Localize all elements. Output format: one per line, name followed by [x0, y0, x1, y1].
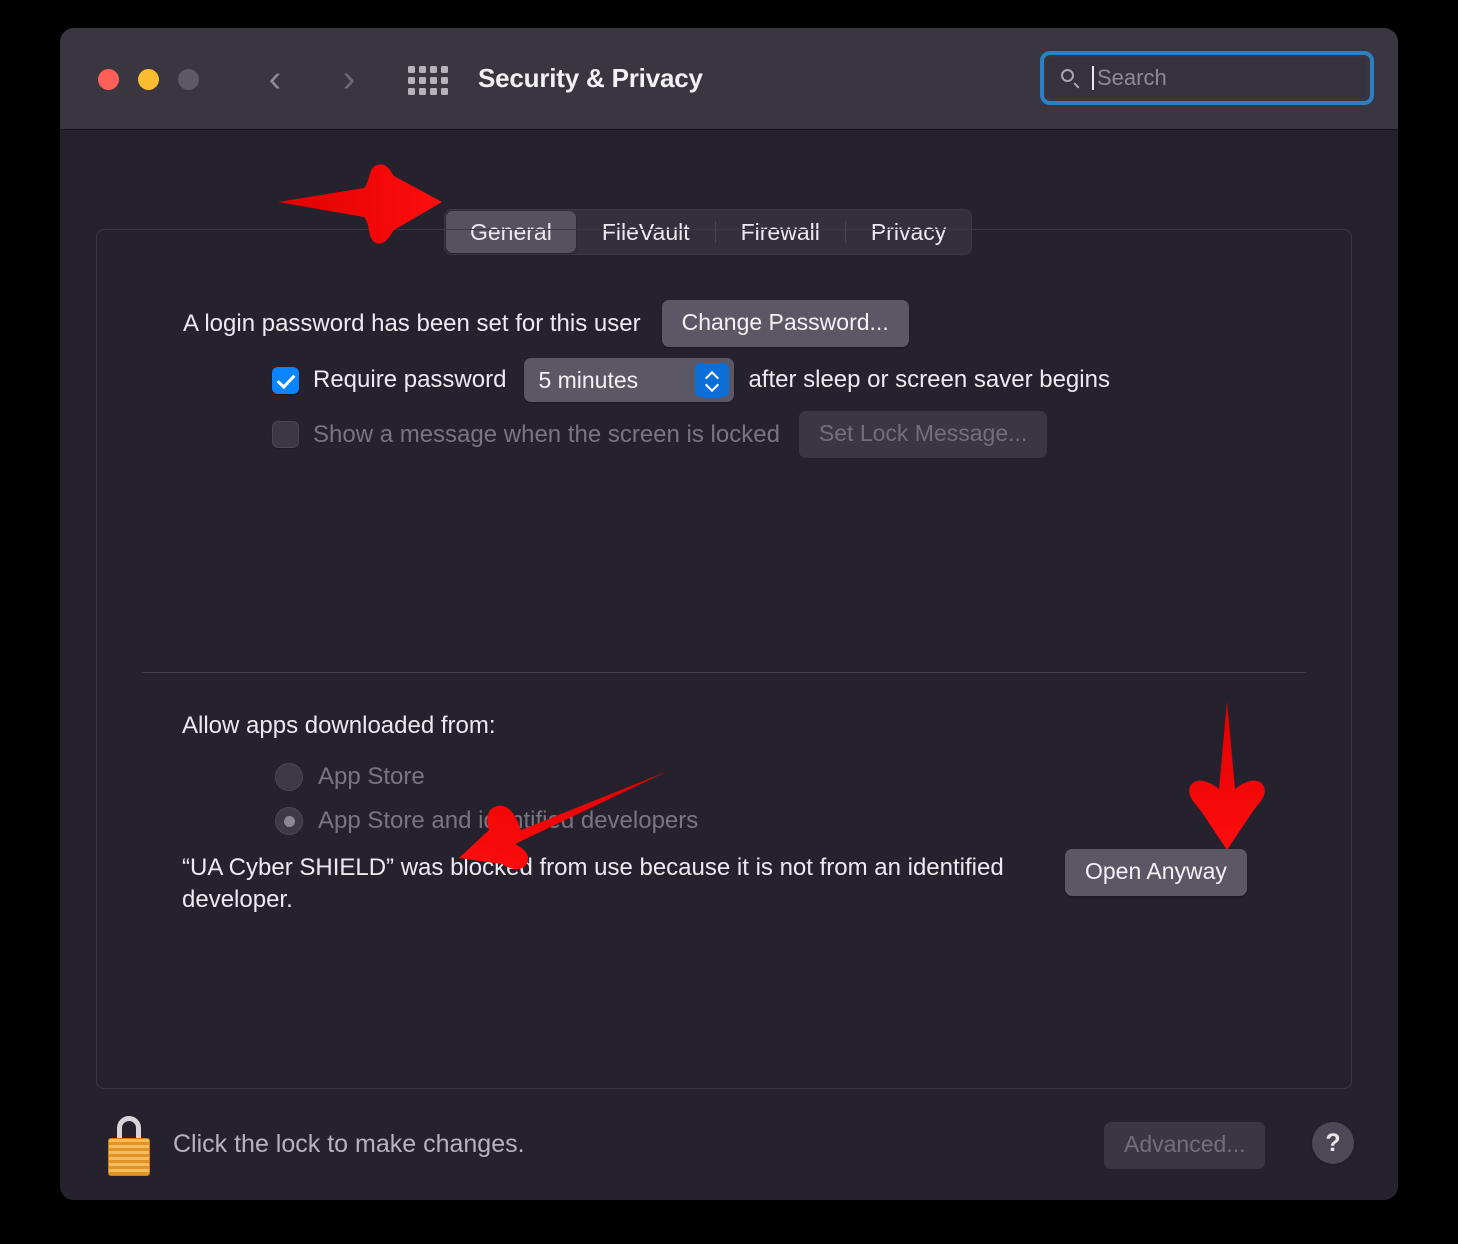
stepper-control[interactable] — [695, 363, 730, 397]
radio-app-store[interactable] — [275, 763, 303, 791]
radio-app-store-label: App Store — [318, 763, 425, 790]
change-password-button[interactable]: Change Password... — [661, 300, 909, 347]
search-field-container[interactable]: Search — [1040, 51, 1374, 105]
require-password-label: Require password — [313, 366, 507, 393]
section-divider — [142, 672, 1306, 673]
close-window-button[interactable] — [98, 69, 119, 90]
help-button[interactable]: ? — [1312, 1122, 1354, 1164]
lock-message-row: Show a message when the screen is locked… — [272, 411, 1048, 458]
allow-apps-option-app-store[interactable]: App Store — [275, 763, 425, 791]
require-password-row: Require password 5 minutes after sleep o… — [272, 358, 1110, 402]
search-icon — [1060, 68, 1081, 89]
open-anyway-button-wrap: Open Anyway — [1065, 849, 1247, 896]
lock-hint-label: Click the lock to make changes. — [173, 1130, 525, 1158]
zoom-window-button[interactable] — [178, 69, 199, 90]
window-titlebar: ‹ › Security & Privacy Search — [60, 28, 1398, 130]
padlock-body — [108, 1138, 150, 1176]
login-password-status-label: A login password has been set for this u… — [183, 309, 641, 337]
open-anyway-button[interactable]: Open Anyway — [1065, 849, 1247, 896]
radio-identified-developers[interactable] — [275, 807, 303, 835]
allow-apps-title: Allow apps downloaded from: — [182, 712, 496, 739]
radio-identified-developers-label: App Store and identified developers — [318, 807, 699, 834]
show-all-grid-icon[interactable] — [408, 66, 452, 95]
allow-apps-option-identified-developers[interactable]: App Store and identified developers — [275, 807, 698, 835]
advanced-button-wrap: Advanced... — [1104, 1122, 1266, 1169]
chevron-down-icon — [706, 382, 718, 389]
show-lock-message-label: Show a message when the screen is locked — [313, 420, 780, 448]
page-title: Security & Privacy — [478, 63, 703, 93]
blocked-app-message: “UA Cyber SHIELD” was blocked from use b… — [182, 854, 1004, 913]
text-caret — [1092, 66, 1094, 90]
require-password-delay-popup[interactable]: 5 minutes — [524, 358, 735, 402]
show-lock-message-checkbox[interactable] — [272, 421, 299, 448]
search-input[interactable]: Search — [1047, 58, 1367, 98]
require-password-checkbox[interactable] — [272, 366, 299, 394]
require-password-delay-value: 5 minutes — [538, 366, 639, 393]
login-password-row: A login password has been set for this u… — [183, 300, 909, 347]
chevron-right-icon[interactable]: › — [332, 60, 366, 100]
window-content: General FileVault Firewall Privacy A log… — [60, 130, 1398, 1200]
advanced-button[interactable]: Advanced... — [1104, 1122, 1266, 1169]
closed-padlock-icon[interactable] — [105, 1116, 153, 1176]
set-lock-message-button[interactable]: Set Lock Message... — [798, 411, 1048, 458]
security-privacy-window: ‹ › Security & Privacy Search General Fi… — [60, 28, 1398, 1200]
chevron-left-icon[interactable]: ‹ — [258, 60, 292, 100]
minimize-window-button[interactable] — [138, 69, 159, 90]
search-placeholder: Search — [1097, 65, 1167, 90]
set-lock-message-button-wrap: Set Lock Message... — [798, 411, 1048, 458]
require-password-suffix-label: after sleep or screen saver begins — [748, 366, 1110, 393]
